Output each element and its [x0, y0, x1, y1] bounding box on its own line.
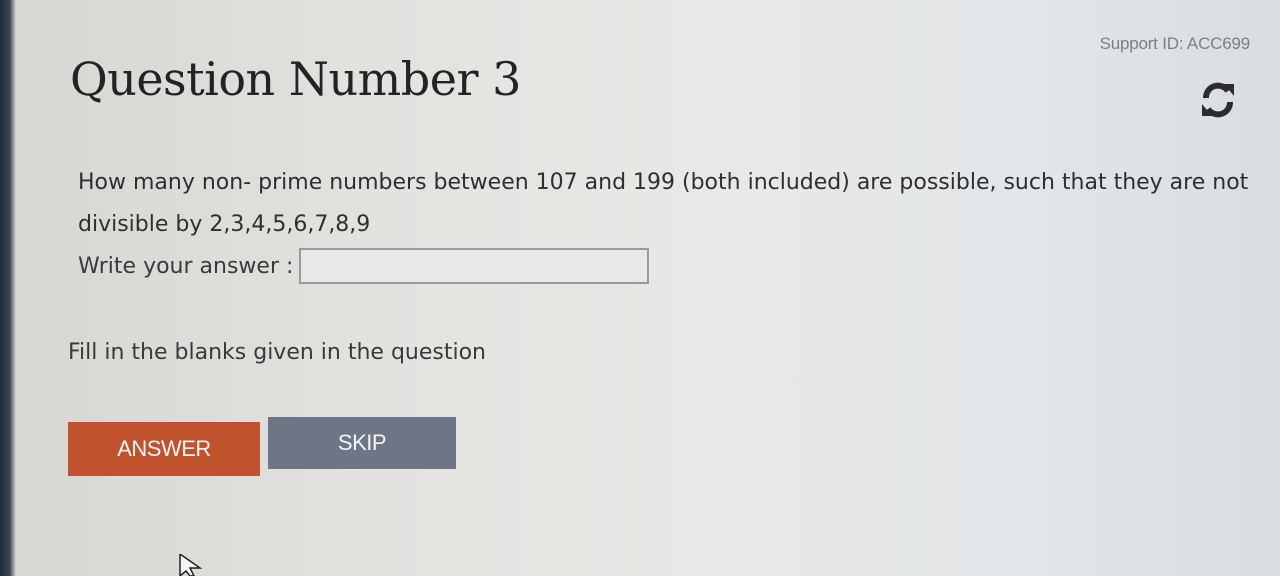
screen-edge — [0, 0, 16, 576]
page-title: Question Number 3 — [70, 52, 521, 106]
answer-input[interactable] — [299, 248, 650, 284]
answer-label: Write your answer : — [78, 253, 294, 279]
hint-text: Fill in the blanks given in the question — [68, 340, 486, 365]
answer-button[interactable]: ANSWER — [68, 422, 260, 476]
support-id: Support ID: ACC699 — [1099, 34, 1251, 53]
mouse-pointer-icon — [178, 552, 208, 576]
question-text: How many non- prime numbers between 107 … — [78, 170, 1249, 237]
quiz-page: Support ID: ACC699 Question Number 3 How… — [0, 0, 1280, 576]
refresh-icon[interactable] — [1198, 80, 1238, 120]
answer-row: Write your answer : — [78, 248, 650, 284]
skip-button[interactable]: SKIP — [268, 417, 456, 469]
